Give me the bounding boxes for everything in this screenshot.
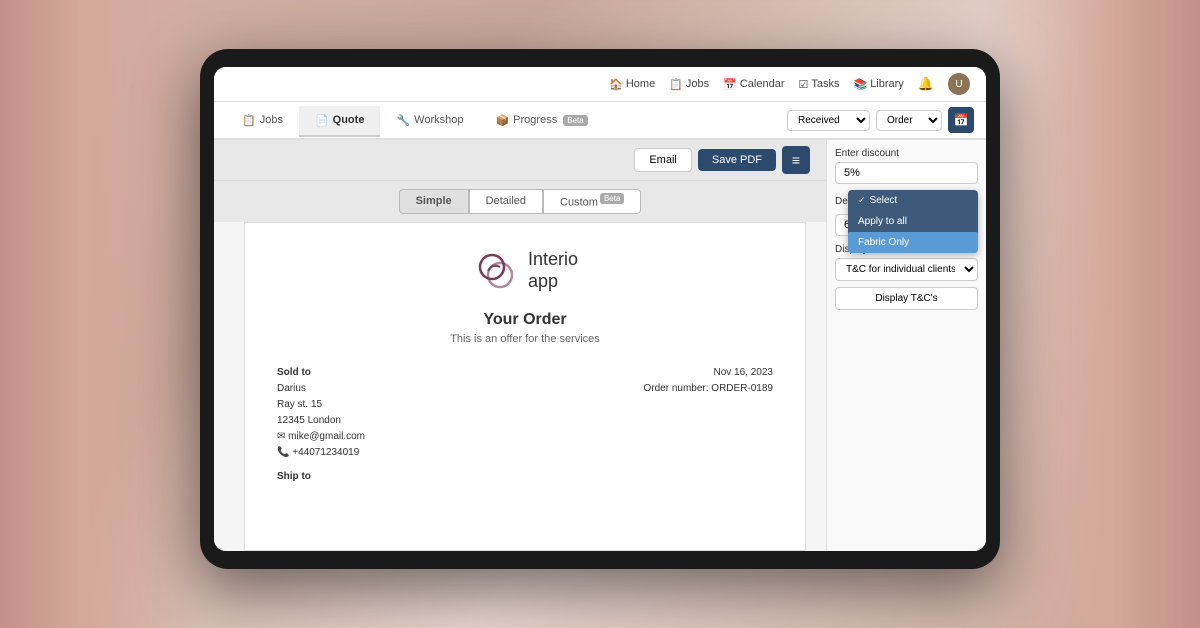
doc-preview: Interio app Your Order This is an offer … (244, 222, 806, 551)
tablet-screen: 🏠 Home 📋 Jobs 📅 Calendar ☑ Tasks 📚 Libra… (214, 67, 986, 551)
tc-select[interactable]: T&C for individual clients T&C for busin… (835, 258, 978, 281)
dropdown-item-apply-all[interactable]: Apply to all (848, 211, 978, 232)
jobs-nav-icon: 📋 (669, 78, 683, 91)
dropdown-item-fabric-only[interactable]: Fabric Only (848, 232, 978, 253)
discount-label: Enter discount (835, 148, 978, 159)
logo-text: Interio app (528, 249, 578, 292)
phone: 📞 +44071234019 (277, 445, 365, 461)
nav-calendar-label: Calendar (740, 78, 785, 90)
top-nav: 🏠 Home 📋 Jobs 📅 Calendar ☑ Tasks 📚 Libra… (214, 67, 986, 102)
doc-title: Your Order (277, 311, 773, 329)
nav-library-label: Library (870, 78, 904, 90)
doc-sold-to: Sold to Darius Ray st. 15 12345 London ✉… (277, 365, 365, 461)
tab-progress[interactable]: 📦 Progress Beta (479, 106, 603, 137)
tab-progress-label: Progress (513, 114, 557, 126)
tab-workshop[interactable]: 🔧 Workshop (380, 106, 479, 137)
order-number: Order number: ORDER-0189 (644, 381, 774, 397)
tab-quote-label: Quote (333, 114, 365, 126)
right-panel: Enter discount ✓ Select Apply to all (826, 140, 986, 551)
view-tabs: Simple Detailed CustomBeta (214, 181, 826, 222)
doc-info-row: Sold to Darius Ray st. 15 12345 London ✉… (277, 365, 773, 461)
menu-button[interactable]: ≡ (782, 146, 810, 174)
hamburger-icon: ≡ (792, 152, 800, 168)
doc-logo-area: Interio app (277, 247, 773, 295)
tc-section: Display T&C's T&C for individual clients… (835, 244, 978, 310)
tab-controls: Received Pending Completed Order Quote I… (787, 107, 974, 133)
doc-logo: Interio app (472, 247, 578, 295)
discount-input[interactable] (835, 162, 978, 184)
nav-tasks[interactable]: ☑ Tasks (798, 78, 839, 91)
tab-workshop-icon: 🔧 (396, 114, 410, 127)
custom-beta-badge: Beta (600, 193, 624, 204)
nav-jobs[interactable]: 📋 Jobs (669, 78, 709, 91)
tab-workshop-label: Workshop (414, 114, 463, 126)
tab-quote-icon: 📄 (315, 114, 329, 127)
sold-to-label: Sold to (277, 365, 365, 381)
discount-dropdown: ✓ Select Apply to all Fabric Only (848, 190, 978, 253)
tab-bar: 📋 Jobs 📄 Quote 🔧 Workshop 📦 Progress Bet… (214, 102, 986, 140)
doc-toolbar-right: Email Save PDF ≡ (634, 146, 810, 174)
view-tab-custom[interactable]: CustomBeta (543, 189, 641, 214)
logo-line1: Interio (528, 249, 578, 271)
email: ✉ mike@gmail.com (277, 429, 365, 445)
doc-area: Email Save PDF ≡ Simple Detailed CustomB… (214, 140, 826, 551)
progress-beta-badge: Beta (563, 115, 587, 126)
nav-jobs-label: Jobs (686, 78, 709, 90)
avatar[interactable]: U (948, 73, 970, 95)
ship-to-label: Ship to (277, 471, 773, 482)
discount-input-wrapper: ✓ Select Apply to all Fabric Only (835, 162, 978, 184)
home-icon: 🏠 (609, 78, 623, 91)
doc-order-info: Nov 16, 2023 Order number: ORDER-0189 (644, 365, 774, 461)
dropdown-apply-all-label: Apply to all (858, 216, 907, 227)
tablet-frame: 🏠 Home 📋 Jobs 📅 Calendar ☑ Tasks 📚 Libra… (200, 49, 1000, 569)
address-line2: 12345 London (277, 413, 365, 429)
discount-section: Enter discount ✓ Select Apply to all (835, 148, 978, 184)
view-tab-simple[interactable]: Simple (399, 189, 469, 214)
custom-tab-label: Custom (560, 197, 598, 209)
nav-tasks-label: Tasks (811, 78, 839, 90)
type-select[interactable]: Order Quote Invoice (876, 110, 942, 131)
order-date: Nov 16, 2023 (644, 365, 774, 381)
tab-quote[interactable]: 📄 Quote (299, 106, 380, 137)
nav-home[interactable]: 🏠 Home (609, 78, 655, 91)
library-nav-icon: 📚 (853, 78, 867, 91)
tab-jobs-icon: 📋 (242, 114, 256, 127)
nav-home-label: Home (626, 78, 655, 90)
email-button[interactable]: Email (634, 148, 692, 172)
nav-library[interactable]: 📚 Library (853, 78, 903, 91)
check-icon: ✓ (858, 195, 866, 206)
calendar-button[interactable]: 📅 (948, 107, 974, 133)
view-tab-detailed[interactable]: Detailed (469, 189, 543, 214)
status-select[interactable]: Received Pending Completed (787, 110, 870, 131)
doc-subtitle: This is an offer for the services (277, 333, 773, 345)
avatar-initials: U (955, 79, 962, 90)
main-content: Email Save PDF ≡ Simple Detailed CustomB… (214, 140, 986, 551)
notification-bell[interactable]: 🔔 (918, 76, 934, 92)
interio-logo-icon (472, 247, 520, 295)
address-line1: Ray st. 15 (277, 397, 365, 413)
dropdown-item-select[interactable]: ✓ Select (848, 190, 978, 211)
curtain-right (980, 0, 1200, 628)
display-tc-button[interactable]: Display T&C's (835, 287, 978, 310)
nav-calendar[interactable]: 📅 Calendar (723, 78, 784, 91)
tab-progress-icon: 📦 (495, 114, 509, 127)
dropdown-select-label: Select (870, 195, 898, 206)
curtain-left (0, 0, 200, 628)
customer-name: Darius (277, 381, 365, 397)
doc-toolbar: Email Save PDF ≡ (214, 140, 826, 181)
tab-jobs[interactable]: 📋 Jobs (226, 106, 299, 137)
dropdown-fabric-label: Fabric Only (858, 237, 909, 248)
save-pdf-button[interactable]: Save PDF (698, 149, 776, 171)
logo-line2: app (528, 271, 578, 293)
tasks-nav-icon: ☑ (798, 78, 808, 91)
calendar-nav-icon: 📅 (723, 78, 737, 91)
tab-jobs-label: Jobs (260, 114, 283, 126)
